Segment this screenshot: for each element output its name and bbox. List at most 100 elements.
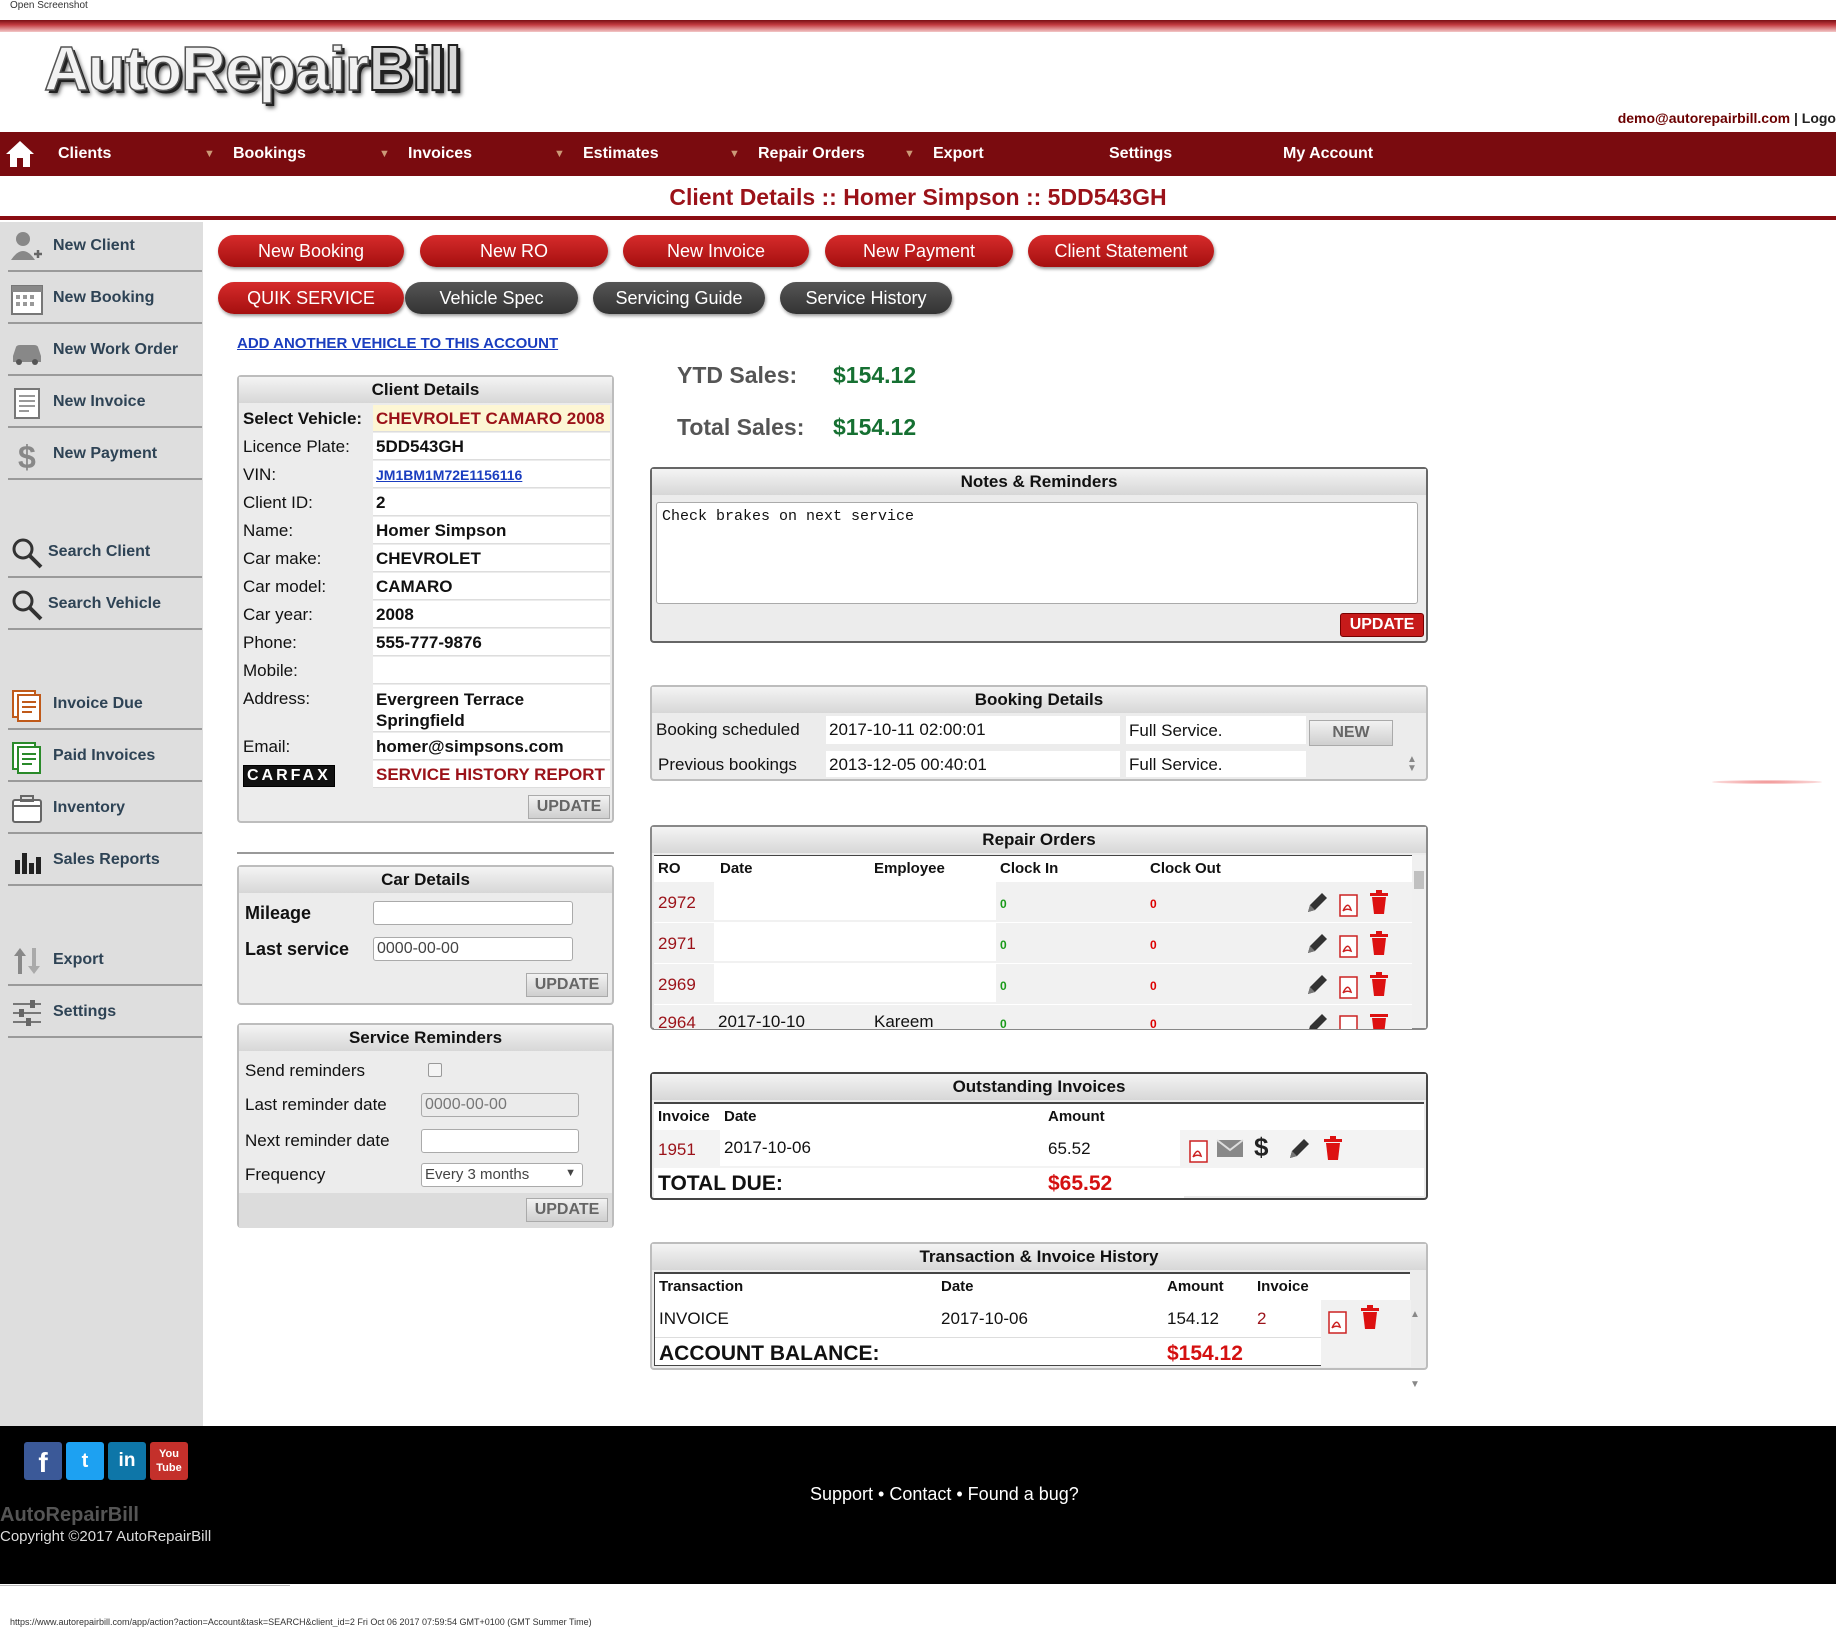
trash-icon[interactable] (1359, 1304, 1381, 1330)
sidebar-item-export[interactable]: Export (8, 936, 202, 986)
vehicle-select[interactable]: CHEVROLET CAMARO 2008 (373, 405, 610, 432)
edit-icon[interactable] (1286, 1136, 1312, 1162)
trash-icon[interactable] (1322, 1135, 1344, 1161)
nav-estimates[interactable]: Estimates (583, 132, 659, 176)
sidebar-item-new-client[interactable]: New Client (8, 222, 202, 272)
sidebar-item-paid-invoices[interactable]: Paid Invoices (8, 732, 202, 782)
mileage-input[interactable] (373, 901, 573, 925)
table-row[interactable]: INVOICE 2017-10-06 154.12 2 (655, 1300, 1411, 1338)
sidebar-item-new-invoice[interactable]: New Invoice (8, 378, 202, 428)
new-ro-button[interactable]: New RO (420, 235, 608, 267)
notes-textarea[interactable]: Check brakes on next service (656, 502, 1418, 604)
trash-icon[interactable] (1368, 971, 1390, 997)
vehicle-spec-button[interactable]: Vehicle Spec (405, 282, 578, 314)
trash-icon[interactable] (1368, 1010, 1390, 1029)
sidebar-item-sales-reports[interactable]: Sales Reports (8, 836, 202, 886)
table-row[interactable]: 2971 0 0 (654, 923, 1412, 963)
invoice-number[interactable]: 1951 (658, 1140, 696, 1160)
scrollbar[interactable] (1412, 855, 1426, 1028)
table-row[interactable]: 2969 0 0 (654, 964, 1412, 1004)
ro-number[interactable]: 2964 (658, 1013, 696, 1029)
youtube-icon[interactable]: You Tube (150, 1442, 188, 1480)
new-booking-small-button[interactable]: NEW (1309, 720, 1393, 746)
sidebar-item-invoice-due[interactable]: Invoice Due (8, 680, 202, 730)
sidebar-item-search-client[interactable]: Search Client (8, 528, 202, 578)
last-reminder-input[interactable]: 0000-00-00 (421, 1093, 579, 1117)
nav-bookings[interactable]: Bookings (233, 132, 306, 176)
chevron-down-icon[interactable]: ▼ (204, 132, 215, 176)
table-row[interactable]: 2964 2017-10-10 Kareem 0 0 (654, 1005, 1412, 1029)
quik-service-button[interactable]: QUIK SERVICE (218, 282, 404, 314)
service-history-report-link[interactable]: SERVICE HISTORY REPORT (373, 761, 610, 788)
nav-settings[interactable]: Settings (1109, 132, 1172, 176)
field-value: homer@simpsons.com (373, 733, 610, 760)
pdf-icon[interactable] (1338, 1015, 1360, 1029)
update-button[interactable]: UPDATE (526, 1198, 608, 1222)
ro-number[interactable]: 2972 (658, 893, 696, 913)
update-button[interactable]: UPDATE (526, 973, 608, 997)
chevron-down-icon[interactable]: ▼ (554, 132, 565, 176)
app-logo[interactable]: AutoRepairBill (43, 34, 462, 105)
table-row[interactable]: 1951 2017-10-06 65.52 $ (654, 1130, 1424, 1168)
new-invoice-button[interactable]: New Invoice (623, 235, 809, 267)
chevron-down-icon[interactable]: ▼ (729, 132, 740, 176)
footer-links[interactable]: Support • Contact • Found a bug? (810, 1484, 1079, 1505)
scroll-arrows-icon[interactable]: ▲ ▼ (1410, 1280, 1420, 1420)
table-row[interactable]: 2972 0 0 (654, 882, 1412, 922)
logout-link[interactable]: Logo (1802, 110, 1836, 126)
servicing-guide-button[interactable]: Servicing Guide (593, 282, 765, 314)
pdf-icon[interactable] (1338, 894, 1360, 918)
pdf-icon[interactable] (1338, 935, 1360, 959)
facebook-icon[interactable]: f (24, 1442, 62, 1480)
service-history-button[interactable]: Service History (780, 282, 952, 314)
sidebar-item-search-vehicle[interactable]: Search Vehicle (8, 580, 202, 630)
scroll-arrows-icon[interactable]: ▲ ▼ (1407, 755, 1417, 774)
sidebar-item-inventory[interactable]: Inventory (8, 784, 202, 834)
sidebar-item-new-work-order[interactable]: New Work Order (8, 326, 202, 376)
edit-icon[interactable] (1304, 972, 1330, 998)
send-reminders-checkbox[interactable] (428, 1063, 442, 1077)
carfax-logo[interactable]: CARFAX (243, 765, 335, 787)
sidebar-item-new-booking[interactable]: New Booking (8, 274, 202, 324)
email-icon[interactable] (1216, 1138, 1244, 1158)
notes-update-button[interactable]: UPDATE (1340, 613, 1424, 637)
linkedin-icon[interactable]: in (108, 1442, 146, 1480)
add-vehicle-link[interactable]: ADD ANOTHER VEHICLE TO THIS ACCOUNT (237, 335, 558, 352)
home-icon[interactable] (4, 138, 36, 170)
payment-icon[interactable]: $ (1254, 1132, 1268, 1163)
frequency-select[interactable]: Every 3 months ▼ (421, 1163, 583, 1187)
transaction-invoice[interactable]: 2 (1257, 1309, 1266, 1329)
edit-icon[interactable] (1304, 890, 1330, 916)
sidebar-item-new-payment[interactable]: $ New Payment (8, 430, 202, 480)
update-button[interactable]: UPDATE (528, 795, 610, 819)
twitter-icon[interactable]: t (66, 1442, 104, 1480)
chevron-down-icon[interactable]: ▼ (379, 132, 390, 176)
client-statement-button[interactable]: Client Statement (1028, 235, 1214, 267)
trash-icon[interactable] (1368, 889, 1390, 915)
sidebar-item-label: Export (53, 951, 104, 968)
sidebar-item-settings[interactable]: Settings (8, 988, 202, 1038)
last-service-input[interactable]: 0000-00-00 (373, 937, 573, 961)
scrollbar-thumb[interactable] (1414, 871, 1424, 889)
panel-title: Notes & Reminders (652, 469, 1426, 495)
nav-clients[interactable]: Clients (58, 132, 111, 176)
pdf-icon[interactable] (1338, 976, 1360, 1000)
sidebar-item-label: Settings (53, 1003, 117, 1020)
chevron-down-icon[interactable]: ▼ (904, 132, 915, 176)
user-email[interactable]: demo@autorepairbill.com (1618, 110, 1790, 126)
ro-number[interactable]: 2971 (658, 934, 696, 954)
new-payment-button[interactable]: New Payment (825, 235, 1013, 267)
nav-invoices[interactable]: Invoices (408, 132, 472, 176)
pdf-icon[interactable] (1188, 1140, 1210, 1164)
trash-icon[interactable] (1368, 930, 1390, 956)
ro-number[interactable]: 2969 (658, 975, 696, 995)
edit-icon[interactable] (1304, 931, 1330, 957)
nav-export[interactable]: Export (933, 132, 984, 176)
nav-repair-orders[interactable]: Repair Orders (758, 132, 865, 176)
new-booking-button[interactable]: New Booking (218, 235, 404, 267)
pdf-icon[interactable] (1327, 1311, 1349, 1335)
vin-link[interactable]: JM1BM1M72E1156116 (373, 461, 610, 488)
next-reminder-input[interactable] (421, 1129, 579, 1153)
nav-my-account[interactable]: My Account (1283, 132, 1373, 176)
edit-icon[interactable] (1304, 1011, 1330, 1029)
